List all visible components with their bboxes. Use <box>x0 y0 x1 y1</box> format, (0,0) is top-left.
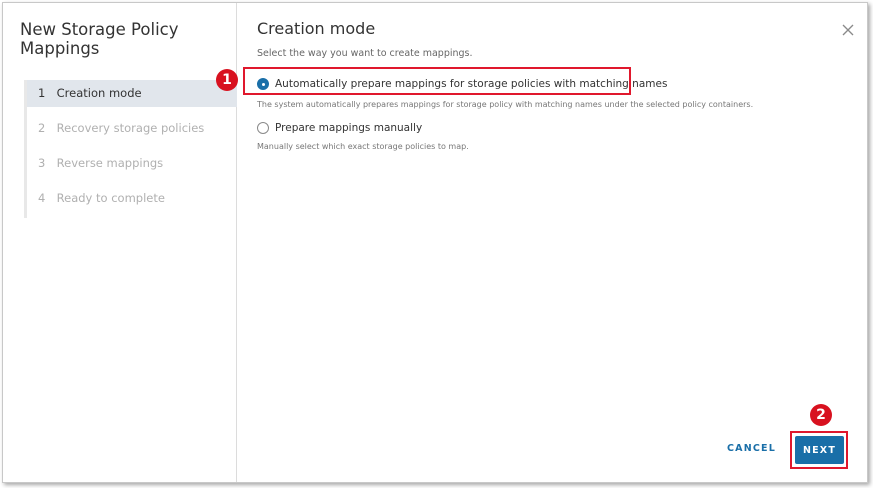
step-number: 3 <box>38 156 46 170</box>
step-label: Recovery storage policies <box>56 121 205 135</box>
step-number: 2 <box>38 121 46 135</box>
step-number: 1 <box>38 86 46 100</box>
wizard-steps: 1 Creation mode 2 Recovery storage polic… <box>24 80 237 218</box>
wizard-step-reverse-mappings[interactable]: 3 Reverse mappings <box>27 150 237 185</box>
step-label: Ready to complete <box>56 191 165 205</box>
option-automatic-description: The system automatically prepares mappin… <box>257 100 754 109</box>
page-title: Creation mode <box>257 19 376 38</box>
wizard-step-recovery-storage-policies[interactable]: 2 Recovery storage policies <box>27 115 237 150</box>
option-manual-label: Prepare mappings manually <box>275 122 423 134</box>
step-badge-2: 2 <box>810 404 832 426</box>
next-button[interactable]: NEXT <box>795 436 844 464</box>
step-number: 4 <box>38 191 46 205</box>
wizard-sidebar: New Storage Policy Mappings 1 Creation m… <box>3 3 237 482</box>
cancel-button[interactable]: CANCEL <box>727 443 776 454</box>
option-manual-description: Manually select which exact storage poli… <box>257 142 469 151</box>
wizard-step-ready-to-complete[interactable]: 4 Ready to complete <box>27 185 237 220</box>
step-badge-1: 1 <box>216 69 238 91</box>
page-subtitle: Select the way you want to create mappin… <box>257 48 473 59</box>
highlight-option-box <box>243 67 631 95</box>
close-icon[interactable] <box>841 23 855 37</box>
wizard-step-creation-mode[interactable]: 1 Creation mode <box>27 80 237 107</box>
option-manual[interactable]: Prepare mappings manually <box>257 122 422 134</box>
step-label: Creation mode <box>56 86 142 100</box>
step-label: Reverse mappings <box>56 156 164 170</box>
radio-manual[interactable] <box>257 122 269 134</box>
dialog-title: New Storage Policy Mappings <box>20 20 179 58</box>
